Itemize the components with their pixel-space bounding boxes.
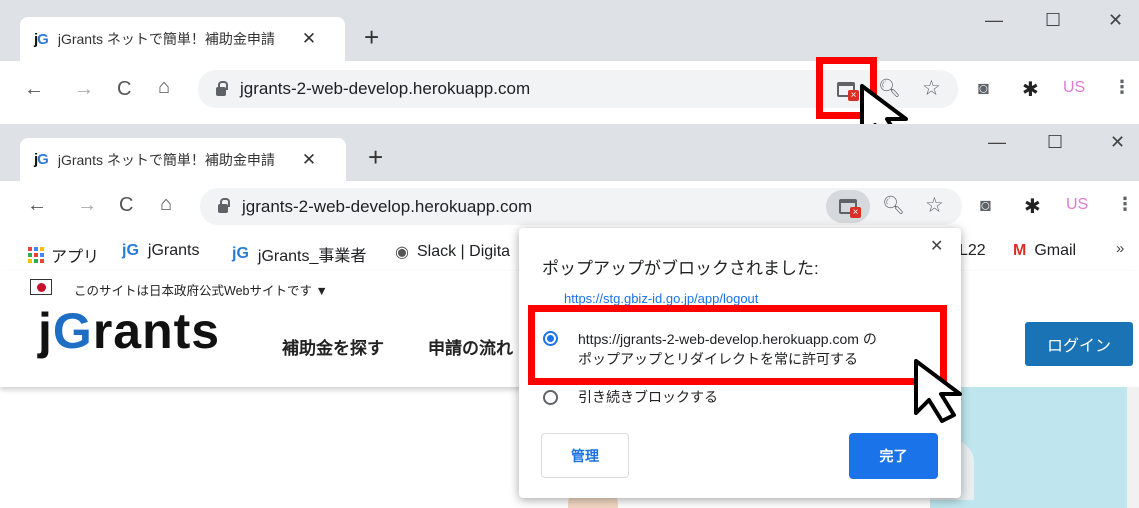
url-text: jgrants-2-web-develop.herokuapp.com xyxy=(242,196,533,216)
reload-icon[interactable]: C xyxy=(119,194,133,217)
mouse-cursor-icon xyxy=(914,359,962,423)
jgrants-favicon: jG xyxy=(232,245,249,262)
tab-title: jGrants ネットで簡単！補助金申請 xyxy=(57,151,275,168)
bookmark-gmail[interactable]: M Gmail xyxy=(1013,242,1076,260)
popup-blocked-icon[interactable] xyxy=(839,199,861,218)
maximize-icon[interactable]: ☐ xyxy=(1047,132,1063,153)
maximize-icon[interactable]: ☐ xyxy=(1045,10,1061,31)
bookmark-jgrants[interactable]: jG jGrants xyxy=(122,242,199,260)
lock-icon xyxy=(216,80,228,96)
bookmark-label: Slack | Digita xyxy=(416,243,511,260)
menu-icon[interactable]: ⋮ xyxy=(1116,194,1134,215)
blocked-popup-link[interactable]: https://stg.gbiz-id.go.jp/app/logout xyxy=(564,291,758,306)
new-tab-button[interactable]: + xyxy=(368,142,383,173)
extensions-icon[interactable]: ✱ xyxy=(1024,194,1041,219)
nav-application-flow[interactable]: 申請の流れ xyxy=(428,334,513,359)
extensions-icon[interactable]: ✱ xyxy=(1022,77,1039,102)
window-close-icon[interactable]: ✕ xyxy=(1110,132,1125,153)
forward-arrow-icon[interactable]: → xyxy=(77,194,97,217)
minimize-icon[interactable]: — xyxy=(988,132,1006,153)
menu-icon[interactable]: ⋮ xyxy=(1113,77,1131,98)
login-button[interactable]: ログイン xyxy=(1025,322,1133,366)
minimize-icon[interactable]: — xyxy=(985,10,1003,31)
bookmark-label: Gmail xyxy=(1034,242,1077,259)
apps-grid-icon xyxy=(28,247,44,263)
bookmark-label: jGrants_事業者 xyxy=(257,248,367,265)
nav-find-subsidy[interactable]: 補助金を探す xyxy=(282,334,384,359)
dialog-close-icon[interactable]: ✕ xyxy=(930,236,943,256)
new-tab-button[interactable]: + xyxy=(364,22,379,53)
dialog-title: ポップアップがブロックされました: xyxy=(542,259,819,278)
zoom-icon[interactable]: 🔍︎ xyxy=(882,195,905,216)
bookmark-jgrants-business[interactable]: jG jGrants_事業者 xyxy=(232,242,366,266)
tab-close-icon[interactable]: ✕ xyxy=(302,29,316,49)
back-arrow-icon[interactable]: ← xyxy=(24,78,44,101)
bookmark-label: アプリ xyxy=(51,249,100,266)
done-button[interactable]: 完了 xyxy=(849,433,938,479)
bookmark-slack[interactable]: ◉ Slack | Digita xyxy=(395,242,510,262)
bookmarks-overflow-icon[interactable]: » xyxy=(1116,240,1124,257)
camera-icon[interactable]: ◙ xyxy=(978,78,989,99)
japan-flag-icon xyxy=(30,279,52,295)
back-arrow-icon[interactable]: ← xyxy=(27,194,47,217)
bookmark-label: jGrants xyxy=(147,242,200,259)
bookmark-label: L22 xyxy=(959,242,986,259)
bookmark-l22[interactable]: L22 xyxy=(959,242,986,260)
gov-notice[interactable]: このサイトは日本政府公式Webサイトです ▼ xyxy=(74,280,328,299)
bookmark-apps[interactable]: アプリ xyxy=(28,243,99,267)
tab-close-icon[interactable]: ✕ xyxy=(302,150,316,170)
browser-tab-1[interactable]: jG jGrants ネットで簡単！補助金申請 ✕ xyxy=(20,17,345,61)
bookmark-star-icon[interactable]: ☆ xyxy=(925,193,944,218)
window-close-icon[interactable]: ✕ xyxy=(1108,10,1123,31)
scrollbar[interactable] xyxy=(1127,387,1139,508)
option-block-label: 引き続きブロックする xyxy=(578,389,718,405)
forward-arrow-icon[interactable]: → xyxy=(74,78,94,101)
reload-icon[interactable]: C xyxy=(117,78,131,101)
browser-tab-2[interactable]: jG jGrants ネットで簡単！補助金申請 ✕ xyxy=(20,138,346,181)
profile-icon[interactable]: US xyxy=(1063,79,1085,97)
jgrants-favicon: jG xyxy=(34,151,49,168)
highlight-box-option xyxy=(528,305,947,385)
camera-icon[interactable]: ◙ xyxy=(980,195,991,216)
jgrants-favicon: jG xyxy=(122,242,139,259)
home-icon[interactable]: ⌂ xyxy=(158,76,170,99)
globe-icon: ◉ xyxy=(395,244,409,261)
jgrants-logo[interactable]: jGrants xyxy=(38,302,220,360)
manage-button[interactable]: 管理 xyxy=(541,433,629,478)
home-icon[interactable]: ⌂ xyxy=(160,193,172,216)
url-text: jgrants-2-web-develop.herokuapp.com xyxy=(240,79,531,98)
lock-icon xyxy=(218,198,230,213)
tab-title: jGrants ネットで簡単！補助金申請 xyxy=(57,31,275,47)
jgrants-favicon: jG xyxy=(34,30,49,48)
gmail-icon: M xyxy=(1013,242,1027,259)
profile-icon[interactable]: US xyxy=(1066,196,1088,214)
radio-block[interactable] xyxy=(543,390,558,405)
